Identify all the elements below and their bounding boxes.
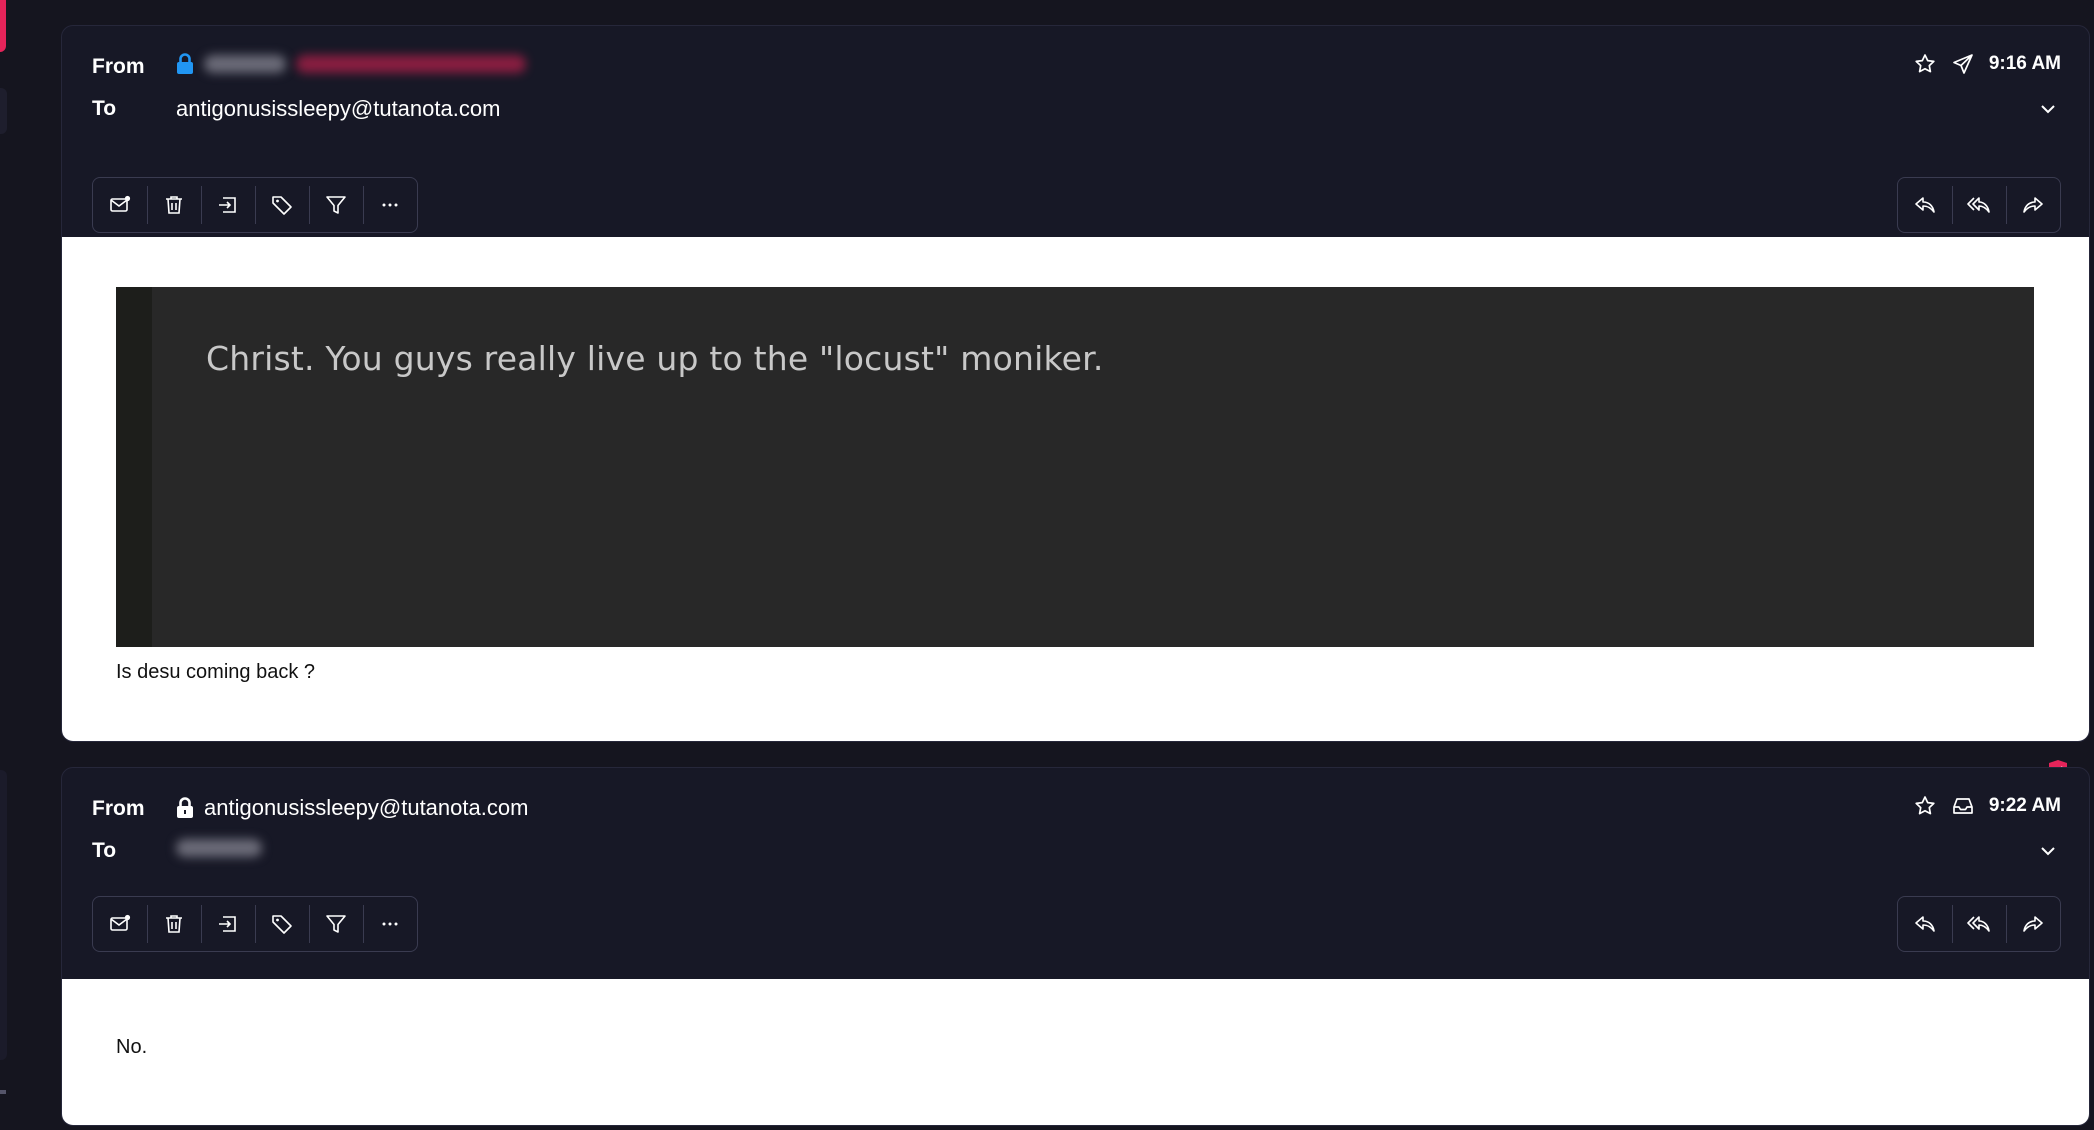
label-icon [272,196,292,215]
reply-all-button[interactable] [1952,178,2006,232]
reply-icon [1915,916,1935,932]
from-address-text: antigonusissleepy@tutanota.com [204,795,529,820]
to-address[interactable]: antigonusissleepy@tutanota.com [176,96,500,122]
mail-item: From To antigonusissleepy@tutanota.com 9… [61,25,2090,742]
reply-button[interactable] [1898,897,1952,951]
forward-icon [2023,197,2043,213]
move-icon [219,916,236,932]
filter-icon [326,915,346,933]
sidebar-list[interactable] [0,770,7,1060]
to-address-blurred [176,839,262,857]
mail-actions-toolbar [92,896,418,952]
mail-item: From antigonusissleepy@tutanota.com To 9… [61,767,2090,1126]
reply-all-button[interactable] [1952,897,2006,951]
delete-button[interactable] [147,897,201,951]
body-text: Is desu coming back ? [116,661,315,683]
filter-icon [326,196,346,214]
sent-icon [1952,54,1973,74]
body-text: No. [116,1036,148,1058]
reply-all-icon [1967,197,1990,213]
reply-all-icon [1967,916,1990,932]
mail-header: From antigonusissleepy@tutanota.com To 9… [62,768,2089,979]
from-address[interactable]: antigonusissleepy@tutanota.com [176,795,528,821]
mark-unread-icon [110,914,131,931]
star-icon[interactable] [1913,794,1937,818]
forward-button[interactable] [2006,178,2060,232]
quoted-text: Christ. You guys really live up to the "… [206,339,1104,378]
lock-icon [177,53,193,74]
reply-icon [1915,197,1935,213]
filter-button[interactable] [309,178,363,232]
sidebar-tab[interactable] [0,88,7,134]
to-address[interactable] [176,839,262,857]
move-button[interactable] [201,178,255,232]
move-button[interactable] [201,897,255,951]
label-button[interactable] [255,178,309,232]
label-button[interactable] [255,897,309,951]
sender-address-blurred [296,55,526,73]
reply-button[interactable] [1898,178,1952,232]
mark-unread-icon [110,195,131,212]
reply-toolbar [1897,177,2061,233]
more-icon [382,203,398,207]
reply-toolbar [1897,896,2061,952]
more-icon [382,922,398,926]
delete-button[interactable] [147,178,201,232]
forward-icon [2023,916,2043,932]
move-icon [219,197,236,213]
forward-button[interactable] [2006,897,2060,951]
mail-body: No. [62,979,2089,1125]
filter-button[interactable] [309,897,363,951]
to-label: To [92,97,117,120]
mail-meta: 9:22 AM [1913,794,2061,818]
mail-header: From To antigonusissleepy@tutanota.com 9… [62,26,2089,237]
mail-time: 9:22 AM [1988,795,2061,816]
mark-unread-button[interactable] [93,897,147,951]
lock-icon [177,797,193,818]
mail-app: From To antigonusissleepy@tutanota.com 9… [0,0,2094,1130]
mail-meta: 9:16 AM [1913,52,2061,76]
more-button[interactable] [363,897,417,951]
chevron-down-icon[interactable] [2037,98,2059,120]
mail-body: Christ. You guys really live up to the "… [62,237,2089,741]
sidebar-accent [0,0,6,52]
mark-unread-button[interactable] [93,178,147,232]
sender-name-blurred [204,55,286,73]
from-label: From [92,55,145,78]
more-button[interactable] [363,178,417,232]
sidebar-nub [0,1090,6,1094]
trash-icon [166,196,182,214]
trash-icon [166,915,182,933]
from-address[interactable] [176,53,526,75]
mail-time: 9:16 AM [1988,53,2061,74]
chevron-down-icon[interactable] [2037,840,2059,862]
from-label: From [92,797,145,820]
star-icon[interactable] [1913,52,1937,76]
inbox-icon [1952,798,1973,814]
label-icon [272,915,292,934]
quoted-image: Christ. You guys really live up to the "… [116,287,2034,647]
to-label: To [92,839,117,862]
mail-actions-toolbar [92,177,418,233]
